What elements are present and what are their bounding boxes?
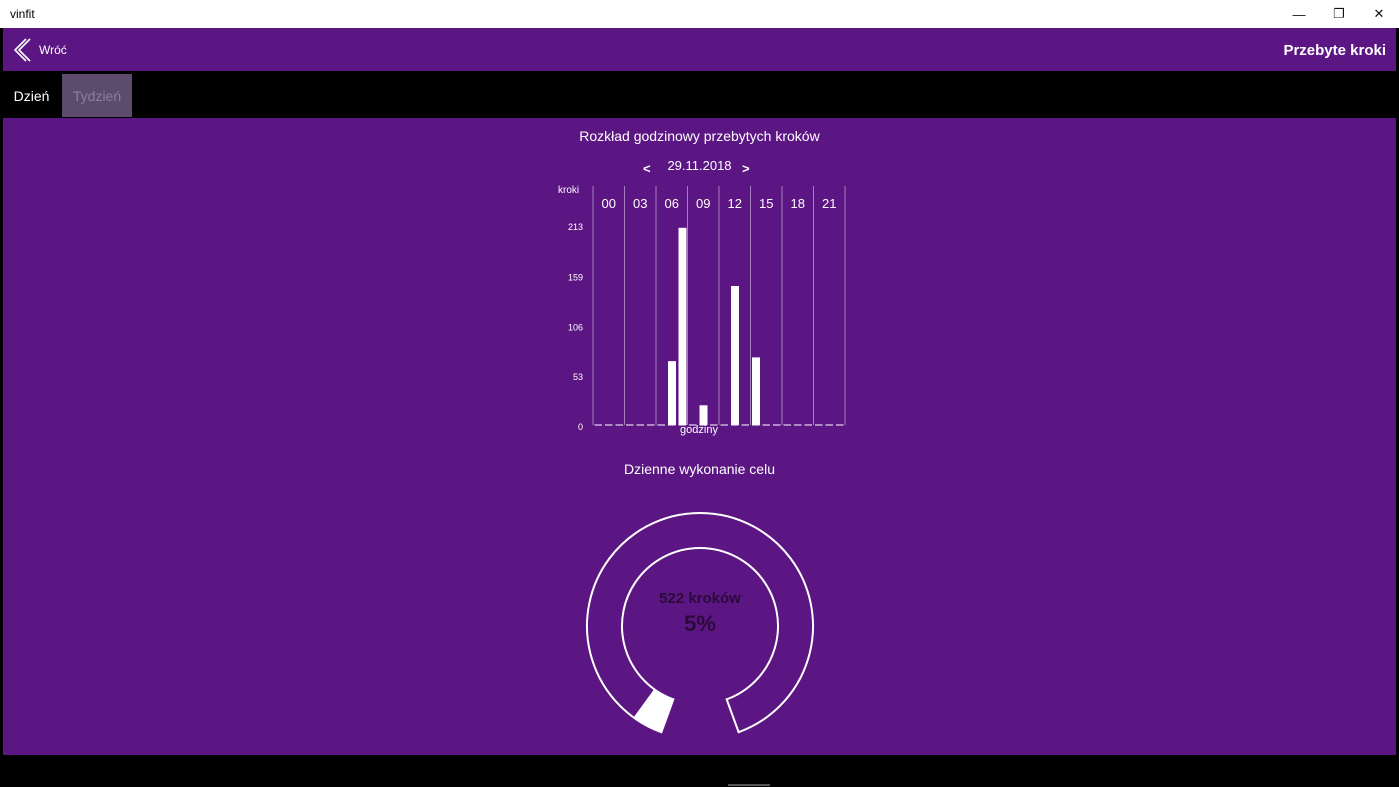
y-tick-label: 106 bbox=[568, 322, 583, 332]
chevron-left-icon bbox=[13, 38, 31, 62]
bar bbox=[731, 286, 739, 425]
column-label: 12 bbox=[728, 196, 742, 211]
page-title: Przebyte kroki bbox=[1283, 42, 1386, 59]
tab-week[interactable]: Tydzień bbox=[62, 74, 132, 117]
window-titlebar: vinfit — ❐ ✕ bbox=[0, 0, 1399, 28]
goal-percent-text: 5% bbox=[684, 611, 716, 636]
goal-title: Dzienne wykonanie celu bbox=[624, 461, 775, 477]
bar bbox=[678, 227, 687, 425]
main-area: Rozkład godzinowy przebytych kroków < 29… bbox=[3, 118, 1396, 755]
restore-button[interactable]: ❐ bbox=[1319, 0, 1359, 28]
column-label: 21 bbox=[822, 196, 836, 211]
gauge-progress bbox=[633, 689, 674, 733]
close-button[interactable]: ✕ bbox=[1359, 0, 1399, 28]
column-label: 00 bbox=[602, 196, 616, 211]
tab-day[interactable]: Dzień bbox=[3, 74, 60, 117]
y-tick-label: 0 bbox=[578, 422, 583, 432]
bar bbox=[668, 361, 676, 425]
column-label: 09 bbox=[696, 196, 710, 211]
bottom-handle bbox=[728, 784, 770, 786]
tab-bar: Dzień Tydzień bbox=[3, 71, 1396, 118]
column-label: 18 bbox=[791, 196, 805, 211]
goal-gauge: 522 kroków 5% bbox=[586, 512, 814, 734]
x-axis-label: godziny bbox=[680, 424, 718, 436]
close-icon: ✕ bbox=[1373, 6, 1385, 21]
restore-icon: ❐ bbox=[1333, 6, 1345, 21]
app-title: vinfit bbox=[10, 7, 35, 21]
y-axis-label: kroki bbox=[558, 185, 579, 196]
bar bbox=[752, 357, 760, 425]
hourly-steps-chart: kroki godziny 213 159 106 53 0 00 03 06 09 12 15 1… bbox=[558, 185, 846, 436]
app-header: Wróć Przebyte kroki bbox=[3, 28, 1396, 71]
bar bbox=[699, 405, 708, 425]
bottom-bar bbox=[0, 755, 1399, 787]
app-content: Wróć Przebyte kroki Dzień Tydzień Rozkła… bbox=[3, 28, 1396, 755]
y-tick-label: 53 bbox=[573, 372, 583, 382]
minimize-icon: — bbox=[1292, 6, 1306, 22]
y-tick-label: 213 bbox=[568, 222, 583, 232]
back-label: Wróć bbox=[39, 43, 67, 57]
back-button[interactable]: Wróć bbox=[11, 38, 67, 62]
column-label: 03 bbox=[633, 196, 647, 211]
minimize-button[interactable]: — bbox=[1279, 0, 1319, 28]
goal-steps-text: 522 kroków bbox=[659, 590, 741, 607]
y-tick-label: 159 bbox=[568, 273, 583, 283]
column-label: 15 bbox=[759, 196, 773, 211]
column-label: 06 bbox=[665, 196, 679, 211]
